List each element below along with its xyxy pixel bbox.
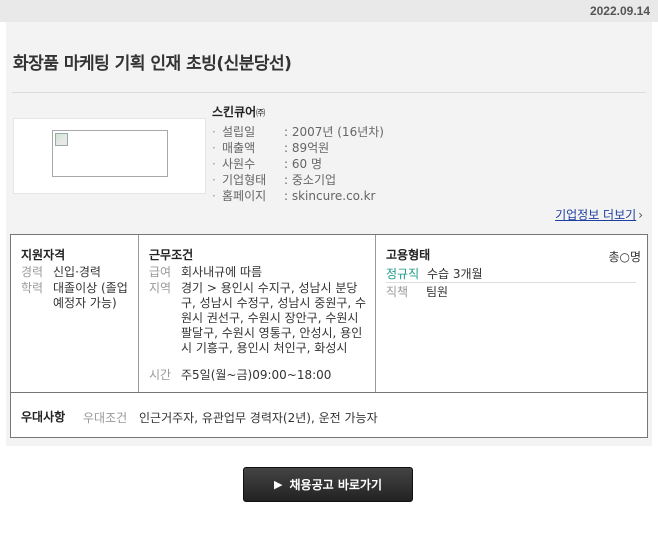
date-bar: 2022.09.14 [0,0,658,22]
work-conditions-column: 근무조건 급여 회사내규에 따름 지역 경기 > 용인시 수지구, 성남시 분당… [139,235,376,392]
company-info-list: · 설립일: 2007년 (16년차) · 매출액: 89억원 · 사원수: 60 명… [212,124,384,204]
info-item-employees: · 사원수: 60 명 [212,157,322,171]
job-title: 화장품 마케팅 기획 인재 초빙(신분당선) [13,54,292,74]
job-summary-panel: 화장품 마케팅 기획 인재 초빙(신분당선) 스킨큐어㈜ · 설립일: 2007년… [6,22,652,446]
info-item-company-type: · 기업형태: 중소기업 [212,173,337,187]
divider [12,92,646,93]
info-item-homepage: · 홈페이지: skincure.co.kr [212,189,376,203]
go-to-job-posting-label: 채용공고 바로가기 [289,478,382,492]
head-count: 총○명 [608,250,641,264]
preference-label: 우대조건 [83,411,128,425]
chevron-right-icon: › [638,208,643,222]
probation: 수습 3개월 [426,267,483,281]
qualification-title: 지원자격 [21,248,66,262]
info-item-founded: · 설립일: 2007년 (16년차) [212,125,384,139]
preference-value: 인근거주자, 유관업무 경력자(2년), 운전 가능자 [139,411,378,425]
employment-column: 고용형태 총○명 정규직 수습 3개월 직책 팀원 [376,235,647,392]
company-suffix: ㈜ [256,109,266,119]
posting-date: 2022.09.14 [589,4,650,18]
chevron-right-icon: ▶ [274,478,283,491]
position-row: 직책 팀원 [386,285,449,299]
employment-type: 정규직 [386,267,420,281]
conditions-table: 지원자격 경력 신입·경력 학력 대졸이상 (졸업예정자 가능) 근무조건 급여… [10,234,648,393]
company-logo-image [52,130,168,177]
broken-image-icon [55,133,68,146]
company-logo-box [13,118,206,194]
company-info-more-link[interactable]: 기업정보 더보기 › [555,206,643,223]
preference-title: 우대사항 [21,410,66,424]
work-conditions-title: 근무조건 [149,248,194,262]
qualification-column: 지원자격 경력 신입·경력 학력 대졸이상 (졸업예정자 가능) [11,235,139,392]
employment-type-row: 정규직 수습 3개월 [386,265,636,283]
info-item-revenue: · 매출액: 89억원 [212,141,330,155]
go-to-job-posting-button[interactable]: ▶ 채용공고 바로가기 [243,467,413,502]
company-name: 스킨큐어㈜ [212,105,266,119]
employment-title: 고용형태 [386,248,431,262]
preference-section: 우대사항 우대조건 인근거주자, 유관업무 경력자(2년), 운전 가능자 [10,393,648,438]
